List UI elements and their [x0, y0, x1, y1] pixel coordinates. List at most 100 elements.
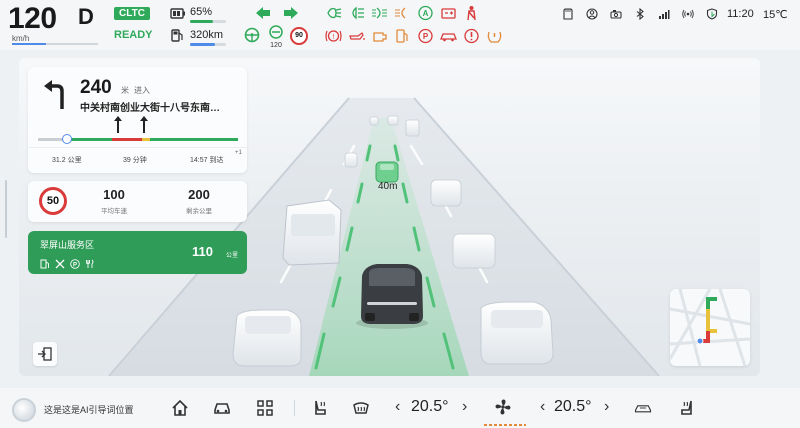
bluetooth-icon[interactable]: [634, 7, 646, 21]
remaining-km-label: 剩余公里: [186, 208, 212, 215]
left-near-vehicle: [232, 309, 302, 367]
range-bar: [190, 43, 226, 46]
ai-prompt-text[interactable]: 这是这是AI引导词位置: [44, 403, 134, 416]
next-road-name: 中关村南创业大街十八号东南…: [80, 103, 220, 114]
fuel-pump-icon: [170, 28, 184, 42]
dashcam-icon[interactable]: [610, 7, 622, 19]
lead-vehicle: [375, 161, 399, 183]
battery-bar: [190, 20, 226, 23]
tire-pressure-icon: [486, 28, 503, 44]
ai-assistant-orb[interactable]: [12, 398, 36, 422]
outside-temperature: 15℃: [763, 9, 788, 21]
hotspot-icon[interactable]: [682, 7, 694, 19]
dock-divider: [294, 400, 295, 416]
service-area-distance: 110: [192, 244, 213, 259]
repair-icon: [55, 256, 65, 269]
minimap-graphic: [670, 289, 750, 366]
windshield-defrost-icon[interactable]: [352, 399, 370, 417]
side-drawer-handle[interactable]: [5, 180, 7, 238]
service-area-name: 翠屏山服务区: [40, 240, 95, 250]
average-speed-value: 100: [103, 187, 125, 202]
svg-text:A: A: [423, 9, 429, 18]
low-beam-icon: [325, 5, 342, 21]
left-turn-indicator-icon: [255, 6, 271, 20]
service-facilities: P: [40, 256, 95, 269]
right-near-vehicle: [480, 301, 554, 365]
navigation-card[interactable]: 240 米 进入 中关村南创业大街十八号东南… 31.2 公里 39 分钟 14…: [28, 67, 247, 173]
current-position-marker: [62, 134, 72, 144]
cltc-badge: CLTC: [114, 7, 150, 20]
svg-text:!: !: [333, 34, 335, 41]
user-account-icon[interactable]: [586, 7, 598, 20]
fan-icon[interactable]: [494, 398, 514, 418]
sd-card-icon: [562, 7, 574, 20]
high-beam-icon: [348, 5, 365, 21]
route-minimap[interactable]: [670, 289, 750, 366]
remaining-time: 39 分钟: [123, 157, 147, 164]
signal-strength-icon: [658, 7, 670, 19]
right-turn-indicator-icon: [283, 6, 299, 20]
passenger-temp-up-button[interactable]: ›: [604, 398, 609, 416]
battery-bar-fill: [190, 20, 214, 23]
brake-warning-icon: !: [325, 28, 342, 44]
battery-warning-icon: [440, 5, 457, 21]
parking-brake-icon: P: [417, 28, 434, 44]
nav-divider: [28, 147, 247, 148]
exit-navigation-button[interactable]: [33, 342, 57, 366]
speed-limit-badge: 50: [39, 187, 67, 215]
turn-left-arrow-icon: [42, 79, 66, 109]
vehicle-icon[interactable]: [213, 399, 231, 417]
average-speed-label: 平均车速: [101, 208, 127, 215]
battery-icon: [170, 6, 186, 19]
battery-percent: 65%: [190, 6, 213, 18]
engine-check-icon: [371, 28, 388, 44]
speed-bar-fill: [12, 43, 47, 45]
system-status-icons: [562, 7, 718, 21]
gear-indicator: D: [78, 4, 94, 29]
security-shield-icon[interactable]: [706, 7, 718, 20]
speed-bar: [12, 43, 98, 45]
fan-speed-indicator: [484, 424, 526, 426]
rear-fog-icon: [394, 5, 411, 21]
exit-icon: [38, 347, 52, 361]
oil-pressure-icon: [348, 28, 365, 44]
warning-lights-row-1: A: [325, 5, 480, 21]
ready-indicator: READY: [114, 29, 153, 41]
home-icon[interactable]: [171, 399, 189, 417]
driver-seat-heat-icon[interactable]: [311, 399, 329, 417]
follow-distance-label: 40m: [378, 181, 398, 192]
remaining-distance: 31.2 公里: [52, 157, 82, 164]
passenger-temp-down-button[interactable]: ‹: [540, 398, 545, 416]
auto-hold-icon: A: [417, 5, 434, 21]
clock: 11:20: [727, 8, 754, 20]
svg-text:P: P: [423, 32, 429, 41]
speed-info-card: 50 100 平均车速 200 剩余公里: [28, 181, 247, 222]
speed-limit-value: 90: [295, 32, 303, 39]
speed-unit: km/h: [12, 34, 30, 43]
airbag-warning-icon: [463, 28, 480, 44]
adaptive-cruise-icon: 120: [266, 25, 286, 49]
car-alert-icon: [440, 28, 457, 44]
driver-temp-up-button[interactable]: ›: [462, 398, 467, 416]
steering-wheel-icon: [244, 27, 260, 43]
service-area-card[interactable]: 翠屏山服务区 P 110 公里: [28, 231, 247, 274]
lane-straight-icon: [139, 115, 149, 133]
fuel-icon: [40, 256, 50, 269]
ego-vehicle: [356, 264, 428, 329]
maneuver-action: 进入: [134, 86, 150, 95]
restaurant-icon: [85, 256, 95, 268]
parking-icon: P: [70, 256, 80, 269]
passenger-seat-heat-icon[interactable]: [678, 399, 696, 417]
arrival-day-offset: +1: [235, 150, 242, 156]
apps-grid-icon[interactable]: [256, 399, 274, 417]
range-readout: 320km: [190, 29, 224, 41]
instrument-status-bar: 120 km/h D CLTC READY 65% 320km 120 90 A: [0, 0, 800, 50]
svg-text:P: P: [73, 263, 77, 269]
rear-defrost-icon[interactable]: [634, 399, 658, 417]
fuel-warning-icon: [394, 28, 411, 44]
fog-light-icon: [371, 5, 388, 21]
bus-vehicle: [282, 199, 342, 266]
warning-lights-row-2: ! P: [325, 28, 503, 44]
cruise-speed-label: 120: [270, 42, 282, 49]
driver-temp-down-button[interactable]: ‹: [395, 398, 400, 416]
